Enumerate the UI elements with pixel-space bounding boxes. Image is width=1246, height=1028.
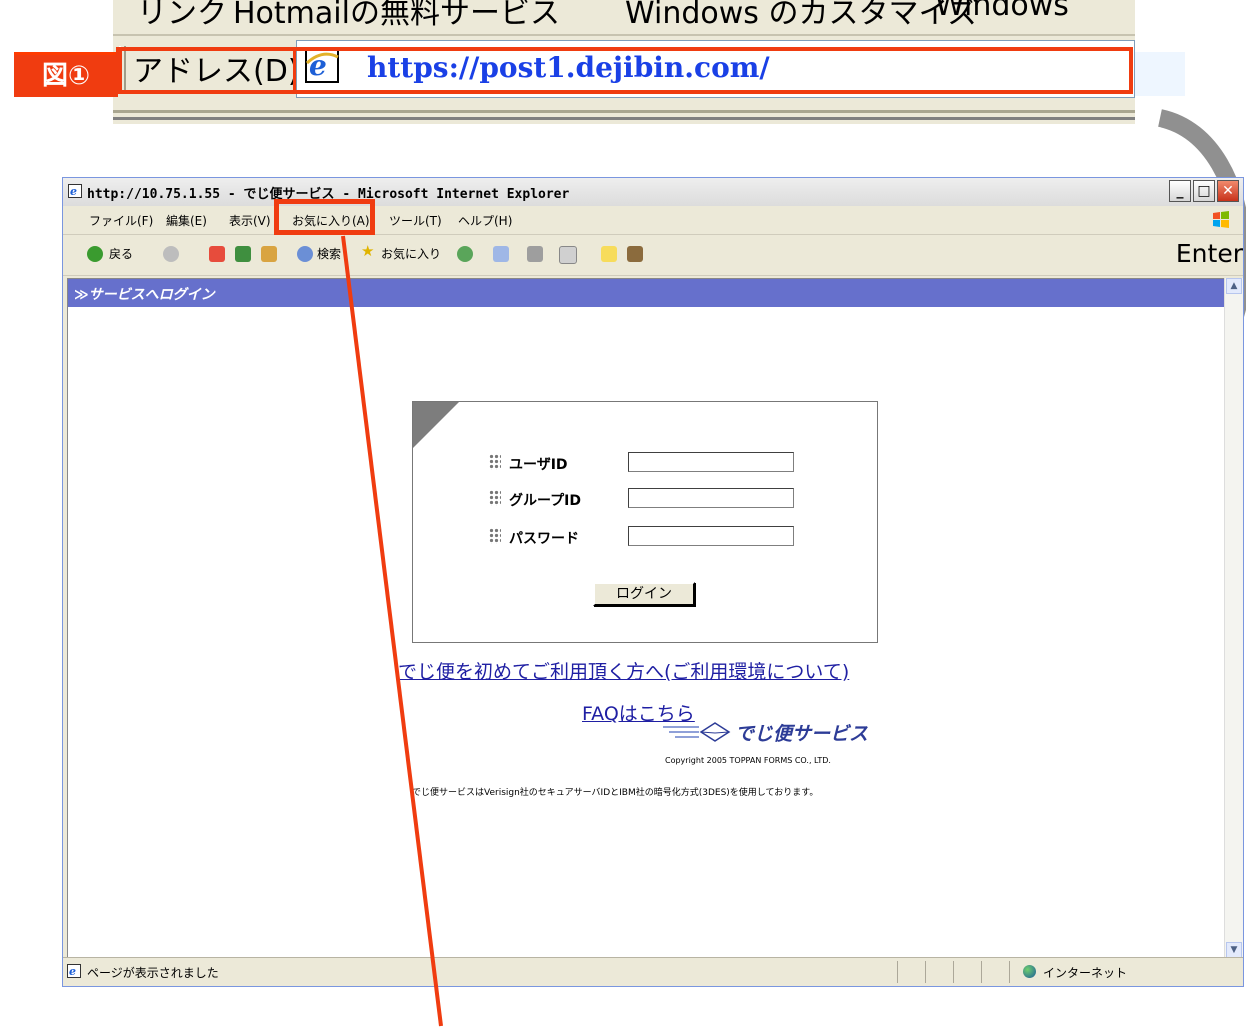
messenger-icon[interactable] xyxy=(627,246,643,262)
menu-bar: ファイル(F) 編集(E) 表示(V) お気に入り(A) ツール(T) ヘルプ(… xyxy=(63,206,1243,235)
security-zone-text: インターネット xyxy=(1043,966,1128,980)
refresh-icon[interactable] xyxy=(235,246,251,262)
vertical-scrollbar[interactable]: ▲ ▼ xyxy=(1224,278,1243,958)
standard-toolbar: 戻る 検索 ★ お気に入り Enter xyxy=(63,235,1243,276)
home-icon[interactable] xyxy=(261,246,277,262)
search-button[interactable]: 検索 xyxy=(317,245,341,262)
internet-zone-icon xyxy=(1023,965,1036,978)
favorites-button[interactable]: お気に入り xyxy=(381,245,441,262)
ie-icon: e xyxy=(68,184,82,198)
address-field-tail xyxy=(1135,52,1185,96)
edit-icon[interactable] xyxy=(559,246,577,264)
mail-icon[interactable] xyxy=(493,246,509,262)
search-icon[interactable] xyxy=(297,246,313,262)
divider xyxy=(897,961,898,983)
print-icon[interactable] xyxy=(527,246,543,262)
scroll-up-button[interactable]: ▲ xyxy=(1226,278,1242,294)
divider xyxy=(953,961,954,983)
user-id-input[interactable] xyxy=(628,452,794,472)
login-button[interactable]: ログイン xyxy=(593,582,695,606)
windows-flag-icon xyxy=(1213,211,1229,228)
dejibin-logo: でじ便サービス xyxy=(663,717,881,747)
page-icon: e xyxy=(67,964,81,978)
browser-window: e http://10.75.1.55 - でじ便サービス - Microsof… xyxy=(62,177,1244,987)
discuss-icon[interactable] xyxy=(601,246,617,262)
close-button[interactable]: ✕ xyxy=(1217,180,1239,202)
page-viewport: ≫サービスへログイン ユーザID グループID パスワード ログイン でじ便を初… xyxy=(67,278,1225,958)
enter-key-label: Enter xyxy=(1175,239,1243,268)
envelope-logo-icon xyxy=(663,722,731,742)
figure-label: 図① xyxy=(14,52,118,97)
star-icon[interactable]: ★ xyxy=(361,242,374,260)
security-notice: でじ便サービスはVerisign社のセキュアサーバIDとIBM社の暗号化方式(3… xyxy=(412,788,819,798)
links-bar: リンク Hotmailの無料サービス Windows のカスタマイズ Windo… xyxy=(113,0,1135,36)
address-label-highlight-box xyxy=(116,47,296,94)
menu-tools[interactable]: ツール(T) xyxy=(389,212,442,229)
back-button[interactable]: 戻る xyxy=(109,245,133,262)
title-bar: e http://10.75.1.55 - でじ便サービス - Microsof… xyxy=(63,178,1243,207)
scroll-down-button[interactable]: ▼ xyxy=(1226,942,1242,958)
links-bar-item-hotmail[interactable]: Hotmailの無料サービス xyxy=(233,0,560,32)
login-panel: ユーザID グループID パスワード ログイン xyxy=(412,401,878,643)
back-icon[interactable] xyxy=(87,246,103,262)
maximize-button[interactable]: □ xyxy=(1193,180,1215,202)
divider xyxy=(1009,961,1010,983)
bullet-icon xyxy=(489,490,501,506)
stop-icon[interactable] xyxy=(209,246,225,262)
password-label: パスワード xyxy=(509,531,579,547)
menu-view[interactable]: 表示(V) xyxy=(229,212,271,229)
password-input[interactable] xyxy=(628,526,794,546)
links-bar-item-windows[interactable]: Windows xyxy=(935,0,1069,23)
first-time-user-link[interactable]: でじ便を初めてご利用頂く方へ(ご利用環境について) xyxy=(398,657,849,684)
bullet-icon xyxy=(489,454,501,470)
group-id-input[interactable] xyxy=(628,488,794,508)
status-text: ページが表示されました xyxy=(87,966,219,980)
forward-icon[interactable] xyxy=(163,246,179,262)
panel-corner-decoration xyxy=(413,402,459,448)
menu-help[interactable]: ヘルプ(H) xyxy=(458,212,512,229)
copyright-text: Copyright 2005 TOPPAN FORMS CO., LTD. xyxy=(665,756,831,765)
svg-text:e: e xyxy=(69,965,76,978)
history-icon[interactable] xyxy=(457,246,473,262)
page-header: ≫サービスへログイン xyxy=(68,279,1224,307)
divider xyxy=(925,961,926,983)
user-id-label: ユーザID xyxy=(509,457,568,473)
page-header-title: ≫サービスへログイン xyxy=(74,287,215,303)
bullet-icon xyxy=(489,528,501,544)
status-bar: e ページが表示されました インターネット xyxy=(63,957,1243,986)
links-bar-item-customize[interactable]: Windows のカスタマイズ xyxy=(625,0,978,32)
svg-text:e: e xyxy=(70,185,77,198)
divider xyxy=(981,961,982,983)
favorites-menu-highlight-box xyxy=(274,199,375,235)
menu-file[interactable]: ファイル(F) xyxy=(89,212,153,229)
minimize-button[interactable]: _ xyxy=(1169,180,1191,202)
menu-edit[interactable]: 編集(E) xyxy=(166,212,207,229)
links-bar-label: リンク xyxy=(137,0,227,31)
divider xyxy=(113,110,1135,113)
brand-name: でじ便サービス xyxy=(735,723,869,745)
group-id-label: グループID xyxy=(509,493,581,509)
divider xyxy=(113,117,1135,120)
